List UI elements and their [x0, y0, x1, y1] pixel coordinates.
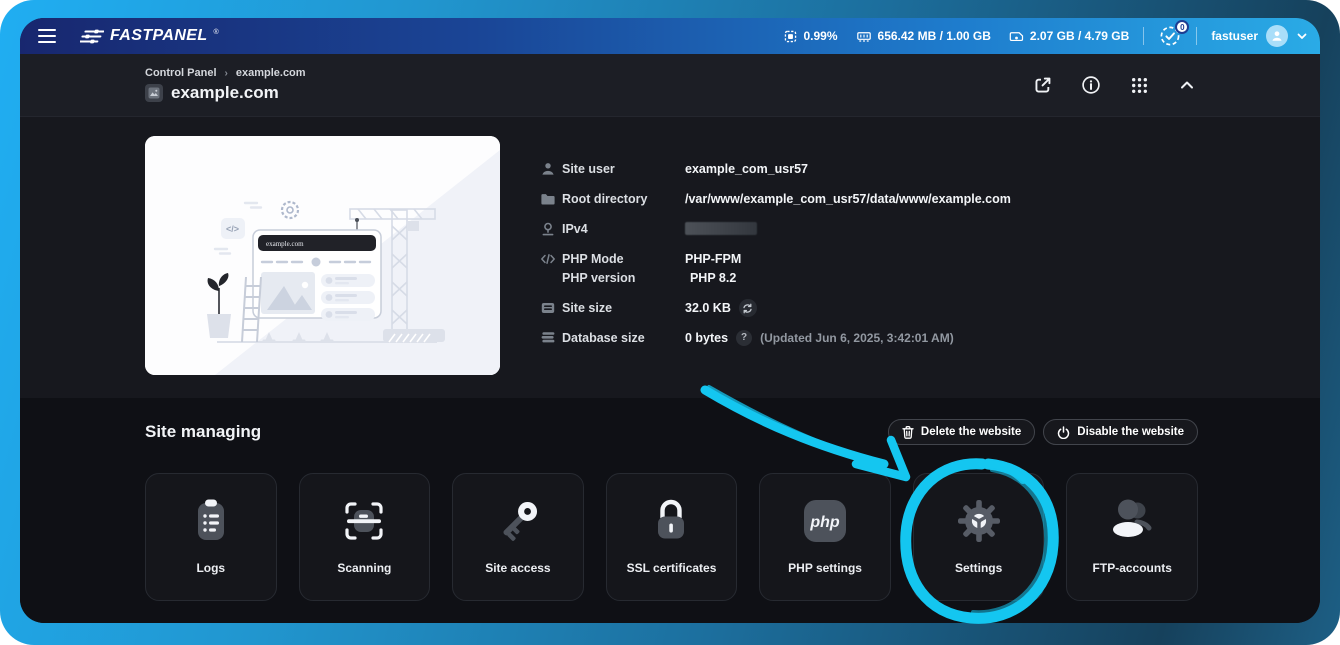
card-php-settings[interactable]: php PHP settings [759, 473, 891, 601]
info-row-ipv4: IPv4 [540, 220, 1198, 238]
managing-cards: Logs Scanning Site access SSL certificat… [145, 473, 1198, 601]
info-row-database-size: Database size 0 bytes ? (Updated Jun 6, … [540, 329, 1198, 347]
site-info-section: example.com </> Site user example_com_us… [20, 117, 1320, 398]
user-icon [1272, 31, 1282, 41]
top-navbar: FASTPANEL ® 0.99% 656.42 MB / 1.00 GB 2.… [20, 18, 1320, 54]
disk-icon [1009, 31, 1024, 41]
redacted-ip-value [685, 222, 757, 235]
ram-stat: 656.42 MB / 1.00 GB [856, 29, 991, 44]
location-pin-icon [542, 222, 554, 236]
site-info-button[interactable] [1080, 74, 1102, 96]
info-row-root-directory: Root directory /var/www/example_com_usr5… [540, 190, 1198, 208]
php-icon: php [804, 500, 847, 542]
scan-icon [345, 502, 383, 540]
breadcrumb-control-panel[interactable]: Control Panel [145, 67, 217, 79]
logs-icon [197, 499, 224, 540]
ram-icon [856, 31, 871, 42]
site-info-list: Site user example_com_usr57 Root directo… [540, 136, 1198, 398]
svg-text:php: php [809, 514, 840, 531]
database-icon [541, 332, 555, 343]
open-site-button[interactable] [1032, 74, 1054, 96]
page-header: Control Panel › example.com example.com [20, 54, 1320, 117]
illustration-domain: example.com [266, 240, 304, 248]
cpu-value: 0.99% [803, 29, 838, 43]
section-title: Site managing [145, 422, 262, 441]
page-title: example.com [171, 83, 279, 102]
users-icon [1113, 499, 1152, 537]
disable-website-button[interactable]: Disable the website [1043, 419, 1198, 445]
breadcrumb-site: example.com [235, 67, 306, 79]
username: fastuser [1211, 29, 1258, 43]
illustration-code-icon: </> [221, 218, 245, 239]
breadcrumb: Control Panel › example.com [145, 67, 306, 79]
site-illustration: example.com </> [145, 136, 500, 375]
folder-icon [541, 194, 555, 205]
notifications-button[interactable]: 0 [1158, 20, 1190, 48]
brand-name: FASTPANEL [110, 27, 208, 44]
external-link-icon [1035, 77, 1051, 93]
collapse-button[interactable] [1176, 74, 1198, 96]
site-favicon-icon [145, 84, 163, 102]
cpu-stat: 0.99% [783, 29, 838, 44]
site-managing-section: Site managing Delete the website Disable… [20, 398, 1320, 623]
chevron-up-icon [1181, 81, 1193, 89]
storage-icon [541, 303, 555, 313]
breadcrumb-separator: › [224, 67, 228, 79]
apps-grid-button[interactable] [1128, 74, 1150, 96]
fastpanel-window: FASTPANEL ® 0.99% 656.42 MB / 1.00 GB 2.… [20, 18, 1320, 623]
info-row-site-size: Site size 32.0 KB [540, 299, 1198, 317]
database-updated-note: (Updated Jun 6, 2025, 3:42:01 AM) [760, 331, 954, 345]
refresh-size-button[interactable] [738, 299, 757, 317]
card-ssl-certificates[interactable]: SSL certificates [605, 473, 738, 601]
sliders-icon [80, 29, 104, 43]
svg-text:</>: </> [226, 224, 239, 234]
trash-icon [902, 425, 914, 439]
hamburger-menu-icon[interactable] [30, 23, 64, 49]
refresh-icon [743, 303, 752, 313]
notification-badge: 0 [1175, 20, 1190, 34]
info-icon [1082, 76, 1100, 94]
disk-stat: 2.07 GB / 4.79 GB [1009, 29, 1129, 44]
disk-value: 2.07 GB / 4.79 GB [1029, 29, 1130, 43]
lock-icon [658, 499, 685, 539]
code-icon [541, 254, 555, 264]
card-site-access[interactable]: Site access [452, 473, 584, 601]
card-settings[interactable]: Settings [912, 473, 1045, 601]
brand-registered-mark: ® [213, 29, 219, 36]
brand-logo[interactable]: FASTPANEL ® [80, 27, 219, 45]
key-icon [503, 501, 537, 541]
divider [1143, 27, 1145, 45]
card-scanning[interactable]: Scanning [298, 473, 431, 601]
database-help-button[interactable]: ? [736, 330, 753, 346]
avatar [1266, 25, 1288, 47]
card-logs[interactable]: Logs [145, 473, 277, 601]
user-menu[interactable]: fastuser [1211, 25, 1308, 47]
power-icon [1058, 425, 1070, 439]
info-row-site-user: Site user example_com_usr57 [540, 160, 1198, 178]
screenshot: FASTPANEL ® 0.99% 656.42 MB / 1.00 GB 2.… [0, 0, 1340, 645]
delete-website-button[interactable]: Delete the website [887, 419, 1036, 445]
divider [1196, 27, 1198, 45]
user-icon [542, 163, 554, 175]
info-row-php: PHP Mode PHP version PHP-FPM PHP 8.2 [540, 250, 1198, 287]
resource-stats: 0.99% 656.42 MB / 1.00 GB 2.07 GB / 4.79… [783, 29, 1129, 44]
cpu-icon [784, 30, 796, 42]
grid-icon [1131, 77, 1147, 93]
chevron-down-icon [1297, 33, 1307, 39]
card-ftp-accounts[interactable]: FTP-accounts [1066, 473, 1198, 601]
gear-icon [957, 500, 1000, 542]
ram-value: 656.42 MB / 1.00 GB [877, 29, 991, 43]
